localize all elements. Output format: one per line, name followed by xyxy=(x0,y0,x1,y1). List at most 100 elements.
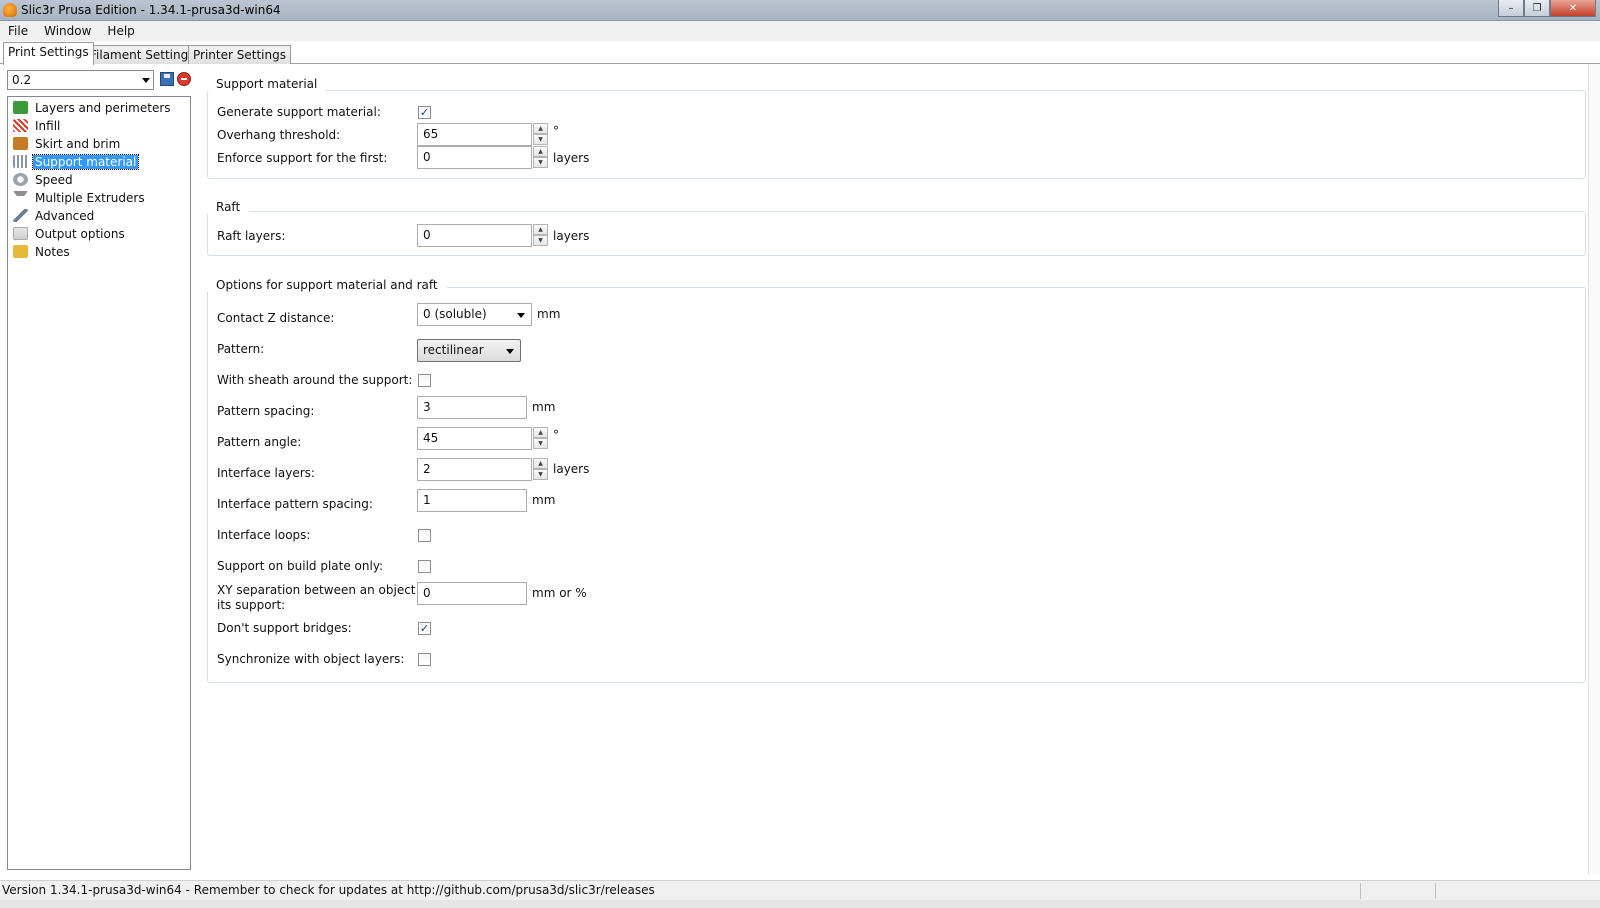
spin-down-icon[interactable]: ▼ xyxy=(533,134,548,145)
raft-group xyxy=(207,211,1586,256)
interface-pattern-spacing-input[interactable]: 1 xyxy=(417,489,527,512)
taskbar-edge xyxy=(0,900,1600,908)
sidebar-item-infill[interactable]: Infill xyxy=(13,117,62,134)
pattern-angle-input[interactable]: 45 xyxy=(417,427,532,450)
sidebar-item-multiple-extruders[interactable]: Multiple Extruders xyxy=(13,189,147,206)
speed-icon xyxy=(13,173,28,186)
checkmark-icon: ✓ xyxy=(419,106,430,119)
xy-separation-input[interactable]: 0 xyxy=(417,582,527,605)
sidebar-item-layers-perimeters[interactable]: Layers and perimeters xyxy=(13,99,173,116)
close-button[interactable]: ✕ xyxy=(1550,0,1596,17)
support-material-icon xyxy=(13,155,28,168)
chevron-down-icon xyxy=(517,313,525,318)
window-controls: – ❐ ✕ xyxy=(1498,0,1596,18)
xy-separation-label-line2: its support: xyxy=(217,598,286,612)
xy-separation-label-line1: XY separation between an object and xyxy=(217,583,442,597)
maximize-button[interactable]: ❐ xyxy=(1524,0,1550,17)
delete-preset-icon[interactable] xyxy=(177,72,191,86)
sheath-checkbox[interactable] xyxy=(418,374,431,387)
interface-loops-checkbox[interactable] xyxy=(418,529,431,542)
sync-object-layers-label: Synchronize with object layers: xyxy=(217,652,405,666)
window-title: Slic3r Prusa Edition - 1.34.1-prusa3d-wi… xyxy=(21,3,281,17)
pattern-angle-spinner[interactable]: ▲ ▼ xyxy=(533,427,548,450)
interface-layers-spinner[interactable]: ▲ ▼ xyxy=(533,458,548,481)
spin-down-icon[interactable]: ▼ xyxy=(533,438,548,449)
layers-icon xyxy=(13,101,28,114)
dont-support-bridges-label: Don't support bridges: xyxy=(217,621,352,635)
raft-layers-input[interactable]: 0 xyxy=(417,224,532,247)
menu-window[interactable]: Window xyxy=(36,24,99,38)
dont-support-bridges-checkbox[interactable]: ✓ xyxy=(418,622,431,635)
spin-down-icon[interactable]: ▼ xyxy=(533,157,548,168)
sidebar-item-notes[interactable]: Notes xyxy=(13,243,72,260)
overhang-threshold-spinner[interactable]: ▲ ▼ xyxy=(533,123,548,146)
sync-object-layers-checkbox[interactable] xyxy=(418,653,431,666)
tab-printer-settings[interactable]: Printer Settings xyxy=(188,45,291,64)
interface-loops-label: Interface loops: xyxy=(217,528,311,542)
pattern-dropdown[interactable]: rectilinear xyxy=(417,339,521,362)
contact-z-distance-label: Contact Z distance: xyxy=(217,311,335,325)
save-preset-icon[interactable] xyxy=(160,72,174,86)
interface-pattern-spacing-label: Interface pattern spacing: xyxy=(217,497,373,511)
enforce-support-unit: layers xyxy=(553,151,590,165)
preset-dropdown[interactable]: 0.2 xyxy=(7,70,154,90)
build-plate-only-label: Support on build plate only: xyxy=(217,559,384,573)
spin-down-icon[interactable]: ▼ xyxy=(533,469,548,480)
contact-z-distance-unit: mm xyxy=(537,307,561,321)
raft-layers-spinner[interactable]: ▲ ▼ xyxy=(533,224,548,247)
spin-up-icon[interactable]: ▲ xyxy=(533,146,548,157)
vertical-scrollbar[interactable] xyxy=(1588,64,1600,874)
sidebar-item-speed[interactable]: Speed xyxy=(13,171,75,188)
notes-icon xyxy=(13,245,28,258)
overhang-threshold-unit: ° xyxy=(553,124,559,138)
checkmark-icon: ✓ xyxy=(419,622,430,635)
sheath-label: With sheath around the support: xyxy=(217,373,413,387)
title-bar: Slic3r Prusa Edition - 1.34.1-prusa3d-wi… xyxy=(0,0,1600,21)
support-raft-options-title: Options for support material and raft xyxy=(207,278,447,292)
pattern-label: Pattern: xyxy=(217,342,265,356)
generate-support-checkbox[interactable]: ✓ xyxy=(418,106,431,119)
sidebar-item-support-material[interactable]: Support material xyxy=(13,153,140,170)
spin-up-icon[interactable]: ▲ xyxy=(533,224,548,235)
sidebar-item-advanced[interactable]: Advanced xyxy=(13,207,96,224)
funnel-icon xyxy=(13,191,28,204)
support-material-group xyxy=(207,90,1586,179)
status-text: Version 1.34.1-prusa3d-win64 - Remember … xyxy=(2,883,655,897)
menu-bar: File Window Help xyxy=(0,21,1600,41)
infill-icon xyxy=(13,119,28,132)
skirt-brim-icon xyxy=(13,137,28,150)
enforce-support-label: Enforce support for the first: xyxy=(217,151,388,165)
overhang-threshold-input[interactable]: 65 xyxy=(417,123,532,146)
generate-support-label: Generate support material: xyxy=(217,105,381,119)
enforce-support-input[interactable]: 0 xyxy=(417,146,532,169)
menu-file[interactable]: File xyxy=(0,24,36,38)
chevron-down-icon xyxy=(506,349,514,354)
spin-up-icon[interactable]: ▲ xyxy=(533,427,548,438)
pattern-angle-label: Pattern angle: xyxy=(217,435,302,449)
raft-group-title: Raft xyxy=(207,200,250,214)
tab-filament-settings[interactable]: Filament Settings xyxy=(85,45,200,64)
support-raft-options-group xyxy=(207,287,1586,683)
tab-print-settings[interactable]: Print Settings xyxy=(3,42,94,65)
slic3r-logo-icon xyxy=(3,3,17,17)
sidebar-item-skirt-brim[interactable]: Skirt and brim xyxy=(13,135,122,152)
spin-up-icon[interactable]: ▲ xyxy=(533,123,548,134)
interface-layers-label: Interface layers: xyxy=(217,466,315,480)
preset-value: 0.2 xyxy=(12,73,32,87)
spin-up-icon[interactable]: ▲ xyxy=(533,458,548,469)
interface-layers-input[interactable]: 2 xyxy=(417,458,532,481)
minimize-button[interactable]: – xyxy=(1498,0,1524,17)
pattern-value: rectilinear xyxy=(423,343,484,357)
raft-layers-unit: layers xyxy=(553,229,590,243)
tab-bar: Print Settings Filament Settings Printer… xyxy=(0,41,1600,65)
raft-layers-label: Raft layers: xyxy=(217,229,286,243)
enforce-support-spinner[interactable]: ▲ ▼ xyxy=(533,146,548,169)
pattern-spacing-input[interactable]: 3 xyxy=(417,396,527,419)
contact-z-distance-dropdown[interactable]: 0 (soluble) xyxy=(417,303,532,326)
contact-z-distance-value: 0 (soluble) xyxy=(423,307,487,321)
build-plate-only-checkbox[interactable] xyxy=(418,560,431,573)
sidebar-item-output-options[interactable]: Output options xyxy=(13,225,127,242)
spin-down-icon[interactable]: ▼ xyxy=(533,235,548,246)
menu-help[interactable]: Help xyxy=(99,24,142,38)
pattern-spacing-unit: mm xyxy=(532,400,556,414)
